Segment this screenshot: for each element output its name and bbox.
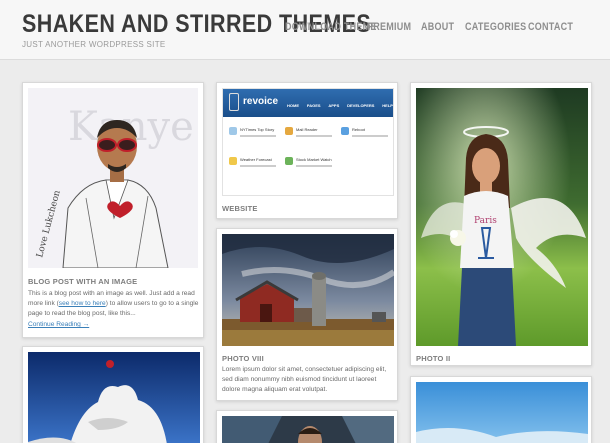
site-header: SHAKEN AND STIRRED THEMES JUST ANOTHER W… xyxy=(0,0,610,60)
post-title[interactable]: PHOTO II xyxy=(416,354,450,363)
site-tagline: JUST ANOTHER WORDPRESS SITE xyxy=(22,40,166,49)
nav-item-download-theme[interactable]: DOWNLOAD THEME xyxy=(285,21,377,33)
post-thumbnail[interactable]: revoice HOME PAGES APPS DEVELOPERS HELP … xyxy=(222,88,394,196)
sky-photo xyxy=(416,382,588,443)
post-thumbnail[interactable] xyxy=(28,352,200,443)
post-thumbnail[interactable] xyxy=(222,416,394,443)
post-excerpt: Lorem ipsum dolor sit amet, consectetuer… xyxy=(222,366,387,393)
app-title: Mail Reader xyxy=(296,127,318,132)
app-icon xyxy=(229,157,237,165)
app-title: NYTimes Top Story xyxy=(240,127,275,132)
nav-item-categories[interactable]: CATEGORIES xyxy=(465,21,526,33)
website-nav-item: PAGES xyxy=(306,103,321,108)
website-nav-item: APPS xyxy=(328,103,340,108)
text-line xyxy=(240,135,276,137)
shirt-text: Paris xyxy=(474,216,497,226)
phone-icon xyxy=(229,93,239,111)
text-line xyxy=(296,135,332,137)
post-title[interactable]: PHOTO VIII xyxy=(222,354,264,363)
app-icon xyxy=(341,127,349,135)
app-title: Reboot xyxy=(352,127,365,132)
app-title: Weather Forecast xyxy=(240,157,272,162)
post-thumbnail[interactable] xyxy=(222,234,394,346)
barn-photo xyxy=(222,234,394,346)
text-line xyxy=(240,165,276,167)
post-card-sky xyxy=(410,376,592,443)
post-card-website: revoice HOME PAGES APPS DEVELOPERS HELP … xyxy=(216,82,398,219)
website-nav-item: DEVELOPERS xyxy=(347,103,375,108)
cloud-photo xyxy=(28,352,200,443)
post-thumbnail[interactable]: Kanye West Love Lukcheon xyxy=(28,88,198,268)
post-card-blog-image: Kanye West Love Lukcheon BLOG POST WITH … xyxy=(22,82,204,338)
post-card-photo-viii: PHOTO VIII Lorem ipsum dolor sit amet, c… xyxy=(216,228,398,401)
post-title[interactable]: BLOG POST WITH AN IMAGE xyxy=(28,277,137,286)
post-card-clouds xyxy=(22,346,204,443)
website-nav-item: HOME xyxy=(287,103,299,108)
nav-item-about[interactable]: ABOUT xyxy=(421,21,454,33)
post-card-portrait xyxy=(216,410,398,443)
how-to-link[interactable]: see how to here xyxy=(59,300,106,307)
portrait-photo xyxy=(222,416,394,443)
post-excerpt: This is a blog post with an image as wel… xyxy=(28,289,200,319)
main-nav: DOWNLOAD THEME PREMIUM ABOUT CATEGORIES … xyxy=(0,21,610,41)
app-title: Stock Market Watch xyxy=(296,157,332,162)
app-icon xyxy=(229,127,237,135)
text-line xyxy=(296,165,332,167)
angel-girl-photo: Paris xyxy=(416,88,588,346)
nav-item-premium[interactable]: PREMIUM xyxy=(367,21,411,33)
portrait-illustration: Kanye West Love Lukcheon xyxy=(28,88,198,268)
app-icon xyxy=(285,157,293,165)
text-line xyxy=(352,135,388,137)
continue-reading-link[interactable]: Continue Reading → xyxy=(28,321,89,328)
post-card-photo-ii: Paris PHOTO II xyxy=(410,82,592,366)
post-title[interactable]: WEBSITE xyxy=(222,204,258,213)
post-thumbnail[interactable] xyxy=(416,382,588,443)
post-thumbnail[interactable]: Paris xyxy=(416,88,588,346)
website-nav: HOME PAGES APPS DEVELOPERS HELP xyxy=(287,103,393,111)
nav-item-contact[interactable]: CONTACT xyxy=(528,21,573,33)
website-logo: revoice xyxy=(243,96,279,107)
app-icon xyxy=(285,127,293,135)
website-nav-item: HELP xyxy=(382,103,393,108)
